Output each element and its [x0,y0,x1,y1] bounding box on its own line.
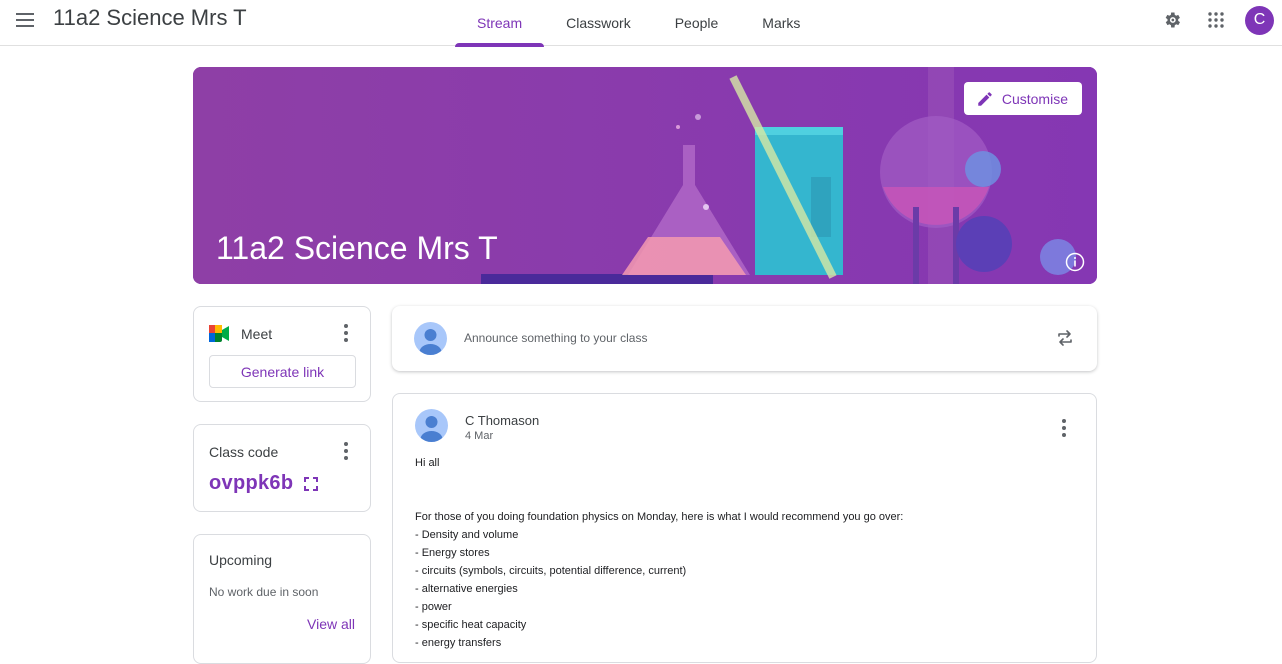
post-list-item: - circuits (symbols, circuits, potential… [415,565,687,577]
view-all-link[interactable]: View all [307,616,355,632]
main-menu-icon[interactable] [16,10,38,28]
post-author: C Thomason [465,413,540,428]
tab-stream[interactable]: Stream [455,0,545,47]
post-list-item: - Density and volume [415,529,519,541]
class-code-label: Class code [209,444,279,460]
upcoming-title: Upcoming [209,552,273,568]
repost-icon[interactable] [1055,328,1075,348]
post-list-item: - energy transfers [415,637,502,649]
gear-icon[interactable] [1157,5,1187,35]
post-intro: For those of you doing foundation physic… [415,511,904,523]
post-list-item: - alternative energies [415,583,518,595]
customise-label: Customise [1001,90,1068,107]
announce-placeholder[interactable]: Announce something to your class [464,331,647,345]
upcoming-status: No work due in soon [209,585,319,599]
tab-classwork[interactable]: Classwork [544,0,653,46]
post-list-item: - specific heat capacity [415,619,527,631]
stream-post: C Thomason 4 Mar Hi all For those of you… [392,393,1097,663]
post-date: 4 Mar [465,430,494,442]
account-avatar[interactable]: C [1245,5,1274,35]
post-author-avatar [415,409,448,442]
class-code-card: Class code ovppk6b [193,424,371,512]
post-greeting: Hi all [415,457,440,469]
post-list-item: - Energy stores [415,547,490,559]
pencil-icon [978,91,992,106]
customise-button[interactable]: Customise [963,82,1082,115]
generate-link-button[interactable]: Generate link [209,355,356,388]
meet-more-options-icon[interactable] [338,323,354,343]
top-bar: 11a2 Science Mrs T Stream Classwork Peop… [0,0,1282,47]
upcoming-card: Upcoming No work due in soon View all [193,534,371,664]
class-title[interactable]: 11a2 Science Mrs T [53,5,247,31]
meet-card: Meet Generate link [193,306,371,402]
banner-title: 11a2 Science Mrs T [216,230,498,266]
post-body: Hi all For those of you doing foundation… [415,454,903,652]
announce-box[interactable]: Announce something to your class [392,306,1097,371]
info-icon[interactable] [1065,252,1085,272]
main-tabs: Stream Classwork People Marks [455,0,822,47]
meet-title: Meet [241,326,273,342]
apps-grid-icon[interactable] [1201,5,1231,35]
tab-people[interactable]: People [653,0,741,46]
user-avatar [414,322,447,355]
class-code-value: ovppk6b [209,472,294,494]
post-more-options-icon[interactable] [1056,418,1072,438]
class-code-more-options-icon[interactable] [338,441,354,461]
tab-marks[interactable]: Marks [740,0,822,46]
post-list-item: - power [415,601,452,613]
google-meet-icon [209,325,229,342]
fullscreen-icon[interactable] [304,477,318,491]
class-banner: 11a2 Science Mrs T Customise [193,67,1097,284]
top-right-icons: C [1157,5,1274,35]
